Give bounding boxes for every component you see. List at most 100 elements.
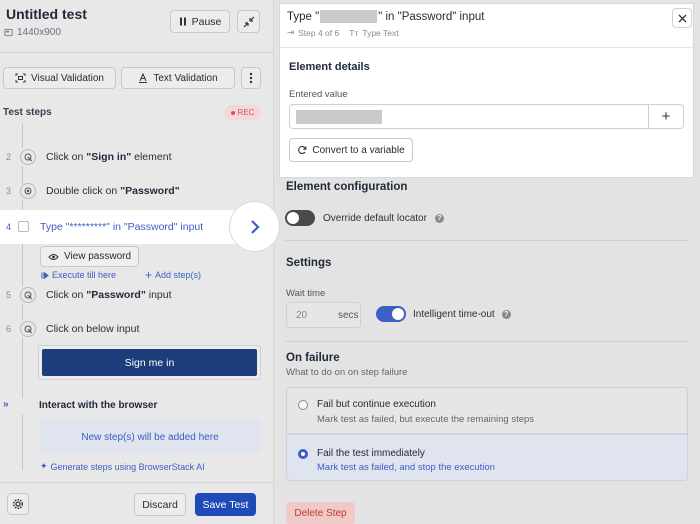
refresh-icon (298, 145, 307, 155)
step-number: 3 (6, 186, 12, 196)
wait-time-label: Wait time (286, 288, 326, 299)
more-options-button[interactable] (241, 67, 261, 89)
pause-label: Pause (191, 15, 222, 28)
override-locator-toggle[interactable] (285, 210, 315, 226)
sign-me-in-preview: Sign me in (42, 349, 257, 376)
step-checkbox[interactable] (18, 221, 29, 232)
interact-label: Interact with the browser (39, 400, 158, 411)
fail-immediately-option[interactable]: Fail the test immediately Mark test as f… (286, 434, 688, 481)
modal-title-prefix: Type " (287, 10, 320, 23)
divider (285, 341, 688, 342)
fail-continue-title: Fail but continue execution (317, 399, 436, 410)
resolution-info: 1440x900 (4, 27, 61, 38)
wait-time-value: 20 (296, 309, 308, 321)
minimize-button[interactable] (237, 10, 260, 33)
gear-icon (12, 498, 24, 510)
text-validation-button[interactable]: Text Validation (121, 67, 235, 89)
visual-validation-button[interactable]: Visual Validation (3, 67, 116, 89)
divider (0, 52, 274, 53)
intelligent-timeout-row: Intelligent time-out ? (376, 306, 511, 322)
rec-dot (230, 110, 235, 115)
eye-icon (48, 253, 59, 260)
plus-icon: + (145, 267, 153, 282)
add-steps-label: Add step(s) (155, 270, 202, 280)
click-icon (20, 149, 36, 165)
fail-continue-radio[interactable] (298, 400, 308, 410)
list-item[interactable]: 2 Click on "Sign in" element (6, 149, 172, 165)
step-text: Double click on "Password" (46, 185, 180, 197)
step-connector (22, 166, 23, 184)
step-text: Click on "Password" input (46, 289, 172, 301)
step-connector (22, 414, 23, 470)
settings-title: Settings (286, 257, 332, 269)
pause-button[interactable]: Pause (170, 10, 230, 33)
pause-icon (179, 17, 186, 26)
override-locator-row: Override default locator ? (285, 210, 444, 226)
more-vertical-icon (249, 72, 253, 84)
element-preview: Sign me in (38, 345, 261, 380)
divider (0, 482, 274, 483)
redacted-value (320, 10, 378, 23)
rec-text: REC (237, 108, 255, 117)
step-index-text: Step 4 of 6 (298, 27, 340, 38)
step-connector (22, 338, 23, 398)
type-text-icon: Tт (349, 27, 359, 38)
expand-step-button[interactable] (230, 202, 279, 251)
redacted-value (296, 110, 382, 124)
step-connector (22, 200, 23, 210)
list-item[interactable]: 3 Double click on "Password" (6, 183, 180, 199)
add-steps-link[interactable]: + Add step(s) (145, 267, 202, 282)
left-panel: Untitled test 1440x900 Pause Visual Vali… (0, 0, 274, 524)
on-failure-title: On failure (286, 352, 340, 364)
settings-button[interactable] (7, 493, 29, 515)
screen-icon (4, 28, 13, 37)
step-connector (22, 244, 23, 286)
entered-value-field[interactable]: + (289, 104, 684, 129)
help-icon: ? (434, 213, 444, 223)
divider (285, 240, 688, 241)
fail-immediately-title: Fail the test immediately (317, 448, 425, 459)
entered-value-input[interactable] (290, 105, 648, 128)
fail-continue-option[interactable]: Fail but continue execution Mark test as… (286, 387, 688, 434)
scan-icon (15, 73, 26, 83)
discard-button[interactable]: Discard (134, 493, 186, 516)
execute-till-here-link[interactable]: Execute till here (41, 270, 116, 280)
step-index-icon: ⇥ (287, 27, 295, 37)
save-test-button[interactable]: Save Test (195, 493, 256, 516)
visual-validation-label: Visual Validation (30, 72, 104, 84)
element-details-title: Element details (289, 61, 370, 73)
test-title: Untitled test (6, 6, 87, 22)
step-connector (22, 124, 23, 148)
skip-forward-icon (41, 271, 49, 279)
step-number: 4 (6, 222, 12, 232)
close-button[interactable] (672, 8, 692, 28)
fail-continue-desc: Mark test as failed, but execute the rem… (317, 414, 535, 425)
double-chevron-icon: » (3, 399, 9, 410)
convert-variable-button[interactable]: Convert to a variable (289, 138, 413, 162)
plus-icon: + (661, 108, 671, 125)
element-config-title: Element configuration (286, 181, 408, 193)
wait-time-input[interactable]: 20 secs (286, 302, 361, 328)
modal-title-suffix: " in "Password" input (378, 10, 485, 23)
step-meta: ⇥ Step 4 of 6 Tт Type Text (287, 27, 399, 38)
intelligent-timeout-toggle[interactable] (376, 306, 406, 322)
list-item[interactable]: 5 Click on "Password" input (6, 287, 172, 303)
step-number: 5 (6, 290, 12, 300)
view-password-label: View password (63, 251, 132, 262)
help-icon: ? (501, 309, 511, 319)
delete-step-button[interactable]: Delete Step (286, 502, 355, 524)
intelligent-timeout-label: Intelligent time-out (413, 308, 495, 320)
generate-ai-link[interactable]: ✦ Generate steps using BrowserStack AI (40, 461, 205, 472)
modal-title: Type " " in "Password" input (287, 10, 484, 23)
element-details-card: Type " " in "Password" input ⇥ Step 4 of… (279, 3, 694, 178)
entered-value-label: Entered value (289, 89, 348, 100)
add-value-button[interactable]: + (648, 105, 683, 128)
view-password-button[interactable]: View password (40, 246, 139, 267)
on-failure-subtitle: What to do on on step failure (286, 367, 408, 378)
divider (280, 47, 693, 48)
fail-immediately-desc: Mark test as failed, and stop the execut… (317, 462, 495, 473)
fail-immediately-radio[interactable] (298, 449, 308, 459)
list-item[interactable]: 6 Click on below input (6, 321, 139, 337)
step-number: 2 (6, 152, 12, 162)
collapse-arrows-icon (243, 16, 254, 27)
